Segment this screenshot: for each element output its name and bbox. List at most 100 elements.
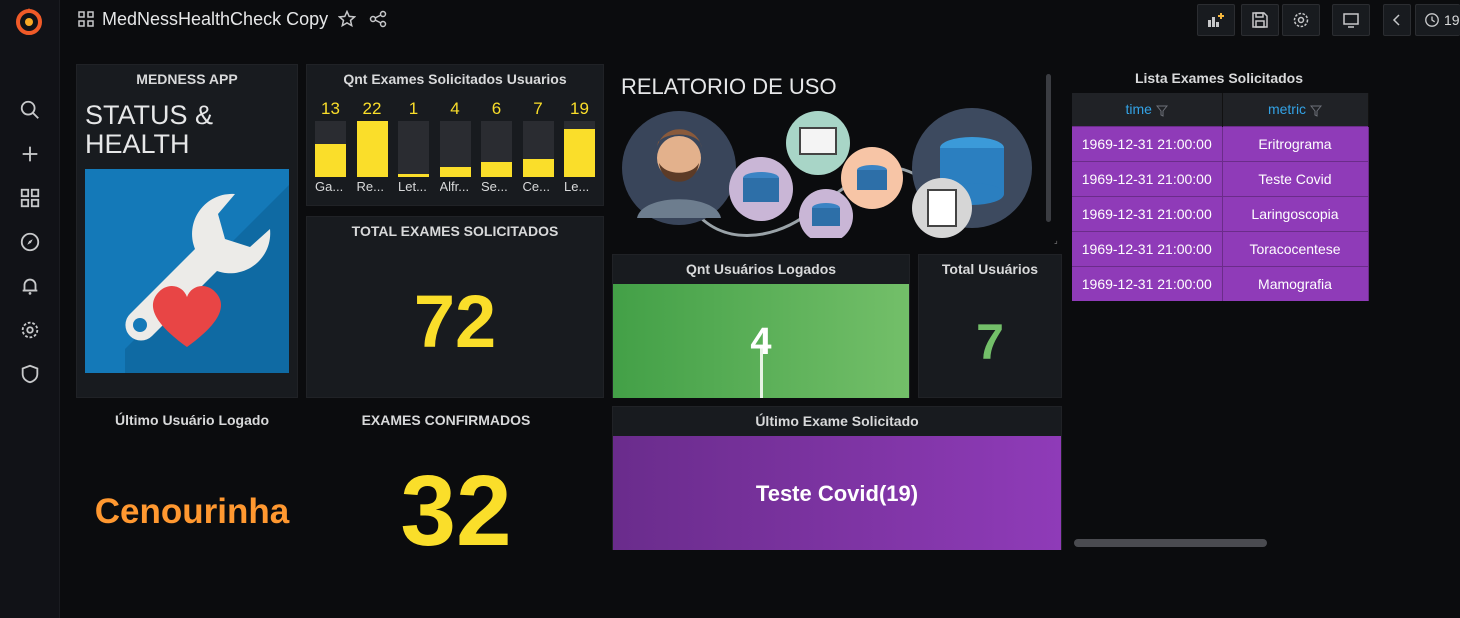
- panel-title: Último Exame Solicitado: [755, 413, 919, 429]
- panel-title: Total Usuários: [941, 261, 1039, 277]
- bar-value-label: 4: [450, 99, 460, 118]
- cell-metric: Toracocentese: [1222, 230, 1369, 266]
- total-usuarios-value: 7: [976, 314, 1004, 370]
- tv-mode-button[interactable]: [1332, 4, 1370, 36]
- panel-title: Último Usuário Logado: [115, 412, 269, 428]
- panel-qnt-usuarios-logados: Qnt Usuários Logados 4: [612, 254, 910, 398]
- dashboards-icon[interactable]: [18, 186, 42, 210]
- bar-value-label: 1: [408, 99, 419, 118]
- bar[interactable]: [398, 174, 429, 177]
- exames-confirmados-value: 32: [400, 455, 512, 567]
- side-menu: [0, 0, 60, 618]
- bar[interactable]: [356, 121, 388, 177]
- cell-metric: Mamografia: [1222, 265, 1369, 301]
- horizontal-scrollbar[interactable]: [1074, 539, 1267, 547]
- panel-qnt-exames: Qnt Exames Solicitados Usuarios 13 Ga... 2…: [306, 64, 604, 206]
- time-picker-button[interactable]: 19: [1415, 4, 1460, 36]
- clock-icon: [1425, 13, 1439, 27]
- table-row[interactable]: 1969-12-31 21:00:00 Mamografia: [1072, 265, 1369, 301]
- bar-category-label: Re...: [356, 179, 384, 194]
- bar-value-label: 22: [362, 99, 382, 118]
- bar[interactable]: [522, 159, 554, 177]
- bar-value-label: 7: [533, 99, 543, 118]
- add-panel-button[interactable]: [1197, 4, 1235, 36]
- wrench-heart-icon: [125, 185, 289, 373]
- table-row[interactable]: 1969-12-31 21:00:00 Teste Covid: [1072, 160, 1369, 196]
- ultimo-usuario-value: Cenourinha: [94, 492, 290, 531]
- panel-ultimo-exame: Último Exame Solicitado Teste Covid(19): [612, 406, 1062, 550]
- bar-category-label: Alfr...: [439, 179, 470, 194]
- dashboard-settings-button[interactable]: [1282, 4, 1320, 36]
- settings-icon: [1293, 12, 1309, 28]
- dashboard-title[interactable]: MedNessHealthCheck Copy: [102, 9, 328, 30]
- save-dashboard-button[interactable]: [1241, 4, 1279, 36]
- panel-title: Lista Exames Solicitados: [1134, 70, 1304, 86]
- bar[interactable]: [439, 166, 471, 177]
- column-header-metric[interactable]: metric: [1222, 93, 1369, 126]
- table-row[interactable]: 1969-12-31 21:00:00 Toracocentese: [1072, 230, 1369, 266]
- panel-title: MEDNESS APP: [136, 71, 238, 87]
- explore-icon[interactable]: [18, 230, 42, 254]
- cell-metric: Eritrograma: [1222, 125, 1369, 161]
- bar-track: [564, 121, 595, 177]
- tv-mode-icon: [1343, 13, 1359, 28]
- dashboard-grid-icon[interactable]: [78, 11, 94, 27]
- cell-metric: Laringoscopia: [1222, 195, 1369, 231]
- bar-category-label: Ga...: [315, 179, 344, 194]
- bar-value-label: 13: [321, 99, 340, 118]
- panel-relatorio-de-uso: RELATORIO DE USO ⌟: [612, 64, 1062, 245]
- cell-time: 1969-12-31 21:00:00: [1072, 230, 1223, 266]
- filter-icon[interactable]: [1310, 105, 1323, 117]
- panel-ultimo-usuario: Último Usuário Logado Cenourinha: [76, 406, 308, 556]
- panel-title: TOTAL EXAMES SOLICITADOS: [351, 223, 559, 239]
- time-shift-back-button[interactable]: [1383, 4, 1411, 36]
- bar-track: [356, 121, 388, 177]
- bar-track: [481, 121, 512, 177]
- panel-total-usuarios: Total Usuários 7: [918, 254, 1062, 398]
- bar-category-label: Le...: [564, 179, 590, 194]
- bar-track: [315, 121, 346, 177]
- panel-exames-confirmados: EXAMES CONFIRMADOS 32: [306, 406, 586, 567]
- panel-title: EXAMES CONFIRMADOS: [361, 412, 531, 428]
- panel-total-exames: TOTAL EXAMES SOLICITADOS 72: [306, 216, 604, 398]
- plus-icon[interactable]: [18, 142, 42, 166]
- status-health-heading: STATUS & HEALTH: [85, 100, 214, 159]
- alert-bell-icon[interactable]: [18, 274, 42, 298]
- panel-title: Qnt Usuários Logados: [685, 261, 837, 277]
- bar-track: [439, 121, 471, 177]
- bar-category-label: Ce...: [522, 179, 550, 194]
- bar-value-label: 19: [570, 99, 589, 118]
- panel-heading: RELATORIO DE USO: [621, 74, 837, 99]
- share-icon[interactable]: [369, 10, 387, 28]
- bar[interactable]: [564, 128, 595, 177]
- chevron-left-icon: [1392, 14, 1400, 26]
- column-header-time[interactable]: time: [1072, 93, 1223, 126]
- doctor-database-illustration: [622, 108, 1032, 238]
- bar-track: [398, 121, 429, 177]
- table-row[interactable]: 1969-12-31 21:00:00 Laringoscopia: [1072, 195, 1369, 231]
- search-icon[interactable]: [18, 98, 42, 122]
- cell-time: 1969-12-31 21:00:00: [1072, 195, 1223, 231]
- cell-time: 1969-12-31 21:00:00: [1072, 125, 1223, 161]
- resize-handle-icon[interactable]: ⌟: [1054, 236, 1058, 245]
- top-navbar: MedNessHealthCheck Copy 19: [60, 0, 1460, 40]
- panel-medness-app: MEDNESS APP STATUS & HEALTH: [76, 64, 298, 398]
- cell-time: 1969-12-31 21:00:00: [1072, 160, 1223, 196]
- bar-value-label: 6: [491, 99, 502, 118]
- qnt-usuarios-logados-value: 4: [750, 321, 772, 363]
- table-row[interactable]: 1969-12-31 21:00:00 Eritrograma: [1072, 125, 1369, 161]
- bar-category-label: Let...: [398, 179, 427, 194]
- bar-track: [522, 121, 554, 177]
- total-exames-value: 72: [413, 280, 497, 363]
- panel-title: Qnt Exames Solicitados Usuarios: [343, 71, 567, 87]
- shield-icon[interactable]: [18, 362, 42, 386]
- filter-icon[interactable]: [1155, 105, 1168, 117]
- bar[interactable]: [481, 161, 512, 177]
- star-icon[interactable]: [337, 9, 357, 28]
- bar-category-label: Se...: [481, 179, 508, 194]
- wrench-heart-image: [85, 169, 289, 373]
- bar[interactable]: [315, 143, 346, 177]
- grafana-logo-icon[interactable]: [12, 4, 46, 38]
- ultimo-exame-value: Teste Covid(19): [755, 481, 919, 506]
- gear-icon[interactable]: [18, 318, 42, 342]
